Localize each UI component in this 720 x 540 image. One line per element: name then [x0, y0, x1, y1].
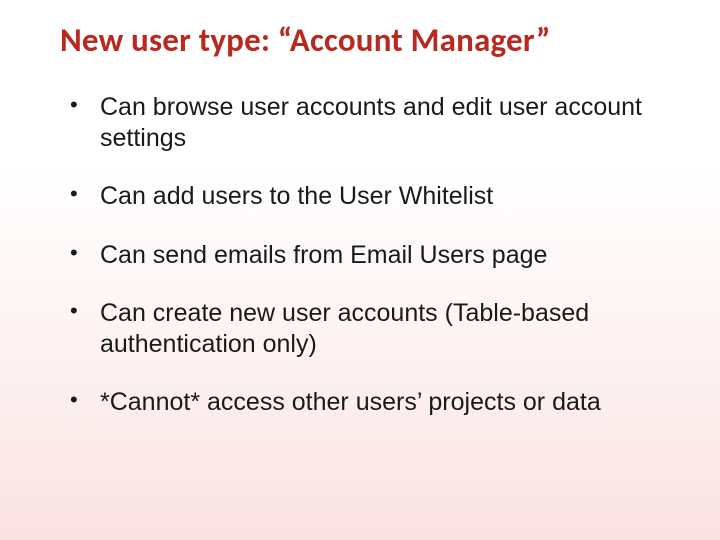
slide-title: New user type: “Account Manager” — [0, 20, 720, 78]
list-item: Can browse user accounts and edit user a… — [70, 78, 660, 167]
list-item: Can send emails from Email Users page — [70, 226, 660, 285]
slide: New user type: “Account Manager” Can bro… — [0, 0, 720, 540]
list-item: Can create new user accounts (Table-base… — [70, 284, 660, 373]
list-item: Can add users to the User Whitelist — [70, 167, 660, 226]
bullet-list: Can browse user accounts and edit user a… — [0, 78, 720, 432]
list-item: *Cannot* access other users’ projects or… — [70, 373, 660, 432]
